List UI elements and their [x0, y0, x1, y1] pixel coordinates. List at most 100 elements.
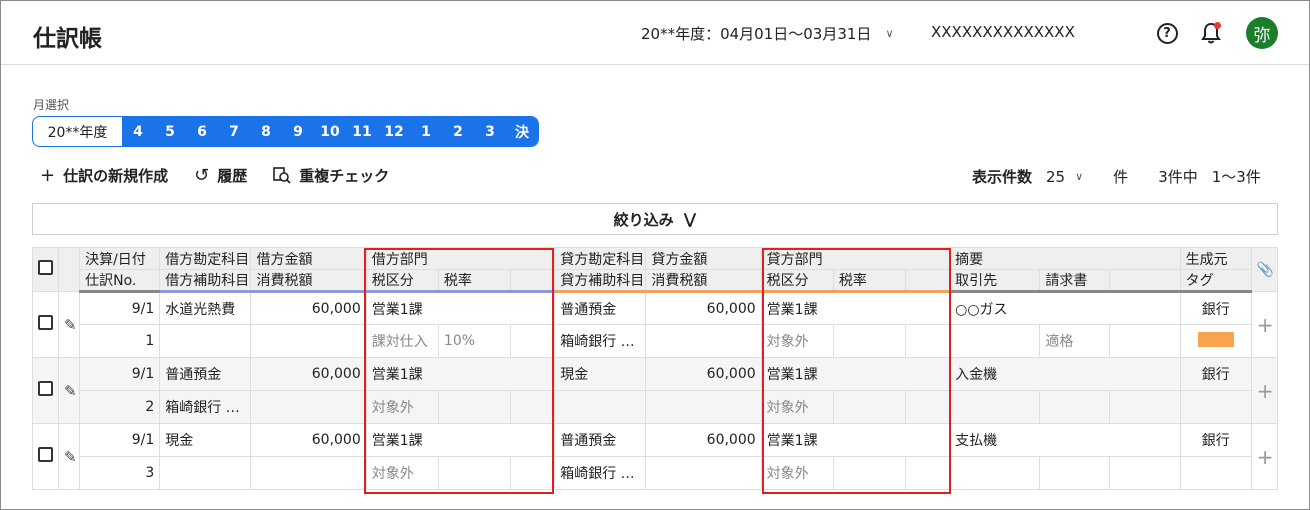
summary-cell: 支払機 — [949, 423, 1181, 457]
notification-button[interactable] — [1199, 21, 1223, 45]
new-entry-button[interactable]: + 仕訳の新規作成 — [40, 165, 168, 186]
col-header[interactable]: 消費税額 — [645, 269, 762, 293]
col-header[interactable]: 取引先 — [949, 269, 1041, 293]
row-checkbox[interactable] — [38, 315, 54, 330]
history-button[interactable]: ↺ 履歴 — [194, 165, 247, 186]
col-header[interactable]: 摘要 — [949, 247, 1181, 270]
select-all-cell — [31, 247, 60, 292]
col-header[interactable]: 税率 — [832, 269, 907, 293]
month-button[interactable]: 6 — [186, 117, 218, 146]
table-row[interactable]: ✎ 9/1 水道光熱費 60,000 営業1課 普通預金 60,000 営業1課… — [31, 291, 1279, 358]
col-header — [510, 269, 556, 293]
summary-extra-cell — [1109, 456, 1181, 490]
month-button[interactable]: 7 — [218, 117, 250, 146]
notification-badge — [1214, 22, 1221, 29]
credit-tax-rate-cell — [832, 456, 907, 490]
add-attachment-button[interactable]: + — [1250, 291, 1279, 358]
debit-amount-cell: 60,000 — [250, 423, 367, 457]
debit-dept-cell: 営業1課 — [365, 291, 556, 325]
display-count-label: 表示件数 — [972, 168, 1033, 186]
table-row[interactable]: ✎ 9/1 普通預金 60,000 営業1課 現金 60,000 営業1課 入金… — [31, 357, 1279, 424]
col-header[interactable]: 貸方部門 — [760, 247, 951, 270]
table-row-sub[interactable]: 2 箱崎銀行 … 対象外 対象外 — [33, 390, 1278, 424]
avatar[interactable]: 弥 — [1246, 17, 1278, 49]
col-header[interactable]: 税区分 — [365, 269, 439, 293]
col-header[interactable]: 消費税額 — [250, 269, 367, 293]
month-button[interactable]: 8 — [250, 117, 282, 146]
month-button[interactable]: 5 — [154, 117, 186, 146]
col-header[interactable]: 貸方金額 — [645, 247, 762, 270]
page-size-select[interactable]: 25 ∨ — [1046, 168, 1083, 186]
credit-extra-cell — [905, 390, 951, 424]
debit-sub-cell: 箱崎銀行 … — [159, 390, 252, 424]
col-header[interactable]: 生成元 — [1179, 247, 1252, 270]
col-header[interactable]: 借方部門 — [365, 247, 556, 270]
debit-tax-class-cell: 対象外 — [365, 456, 439, 490]
source-cell: 銀行 — [1179, 423, 1252, 457]
partner-cell — [949, 456, 1041, 490]
credit-dept-cell: 営業1課 — [760, 291, 951, 325]
summary-extra-cell — [1109, 324, 1181, 358]
header-row-2: 仕訳No. 借方補助科目 消費税額 税区分 税率 貸方補助科目 消費税額 税区分… — [33, 269, 1278, 293]
debit-dept-cell: 営業1課 — [365, 423, 556, 457]
col-header — [905, 269, 951, 293]
col-header[interactable]: 借方補助科目 — [159, 269, 252, 293]
debit-tax-class-cell: 対象外 — [365, 390, 439, 424]
edit-cell: ✎ — [58, 423, 81, 490]
table-row-sub[interactable]: 1 課対仕入 10% 箱崎銀行 … 対象外 適格 — [33, 324, 1278, 358]
col-header[interactable]: 税区分 — [760, 269, 834, 293]
month-button[interactable]: 9 — [282, 117, 314, 146]
month-button[interactable]: 1 — [410, 117, 442, 146]
pencil-icon[interactable]: ✎ — [64, 316, 77, 334]
col-header[interactable]: 貸方補助科目 — [554, 269, 647, 293]
page-size-unit: 件 — [1113, 168, 1129, 186]
filter-toggle[interactable]: 絞り込み ⋁ — [32, 203, 1278, 235]
month-button[interactable]: 3 — [474, 117, 506, 146]
tag-cell — [1179, 390, 1252, 424]
credit-sub-cell: 箱崎銀行 … — [554, 456, 647, 490]
app-header: 仕訳帳 20**年度：04月01日〜03月31日 ∨ XXXXXXXXXXXXX… — [1, 1, 1309, 65]
month-button[interactable]: 10 — [314, 117, 346, 146]
credit-account-cell: 現金 — [554, 357, 647, 391]
row-checkbox[interactable] — [38, 381, 54, 396]
col-header[interactable]: 借方金額 — [250, 247, 367, 270]
credit-account-cell: 普通預金 — [554, 291, 647, 325]
month-button[interactable]: 2 — [442, 117, 474, 146]
month-button[interactable]: 11 — [346, 117, 378, 146]
table-row[interactable]: ✎ 9/1 現金 60,000 営業1課 普通預金 60,000 営業1課 支払… — [31, 423, 1279, 490]
tag-color-chip[interactable] — [1197, 331, 1234, 347]
col-header[interactable]: 仕訳No. — [79, 269, 161, 293]
row-checkbox[interactable] — [38, 447, 54, 462]
debit-tax-class-cell: 課対仕入 — [365, 324, 439, 358]
table-row-sub[interactable]: 3 対象外 箱崎銀行 … 対象外 — [33, 456, 1278, 490]
source-cell: 銀行 — [1179, 291, 1252, 325]
edit-cell: ✎ — [58, 291, 81, 358]
add-attachment-button[interactable]: + — [1250, 423, 1279, 490]
debit-account-cell: 普通預金 — [159, 357, 252, 391]
add-attachment-button[interactable]: + — [1250, 357, 1279, 424]
pencil-icon[interactable]: ✎ — [64, 448, 77, 466]
page-title: 仕訳帳 — [33, 26, 102, 52]
col-header[interactable]: タグ — [1179, 269, 1252, 293]
invoice-cell — [1039, 390, 1111, 424]
fiscal-period-selector[interactable]: 20**年度：04月01日〜03月31日 ∨ — [641, 23, 894, 44]
col-header[interactable]: 決算/日付 — [79, 247, 161, 270]
debit-tax-amount-cell — [250, 390, 367, 424]
credit-amount-cell: 60,000 — [645, 423, 762, 457]
month-button[interactable]: 4 — [122, 117, 154, 146]
duplicate-check-button[interactable]: 重複チェック — [273, 165, 389, 186]
col-header[interactable]: 税率 — [437, 269, 512, 293]
header-row-1: 決算/日付 借方勘定科目 借方金額 借方部門 貸方勘定科目 貸方金額 貸方部門 … — [31, 247, 1279, 292]
plus-icon: + — [40, 165, 56, 186]
row-select-cell — [31, 291, 60, 358]
col-header[interactable]: 請求書 — [1039, 269, 1111, 293]
month-year-button[interactable]: 20**年度 — [33, 117, 122, 146]
col-header[interactable]: 借方勘定科目 — [159, 247, 252, 270]
pencil-icon[interactable]: ✎ — [64, 382, 77, 400]
col-header[interactable]: 貸方勘定科目 — [554, 247, 647, 270]
month-button[interactable]: 12 — [378, 117, 410, 146]
debit-tax-rate-cell — [437, 456, 512, 490]
month-button-closing[interactable]: 決 — [506, 117, 538, 146]
help-button[interactable]: ? — [1155, 21, 1179, 45]
select-all-checkbox[interactable] — [38, 260, 54, 275]
